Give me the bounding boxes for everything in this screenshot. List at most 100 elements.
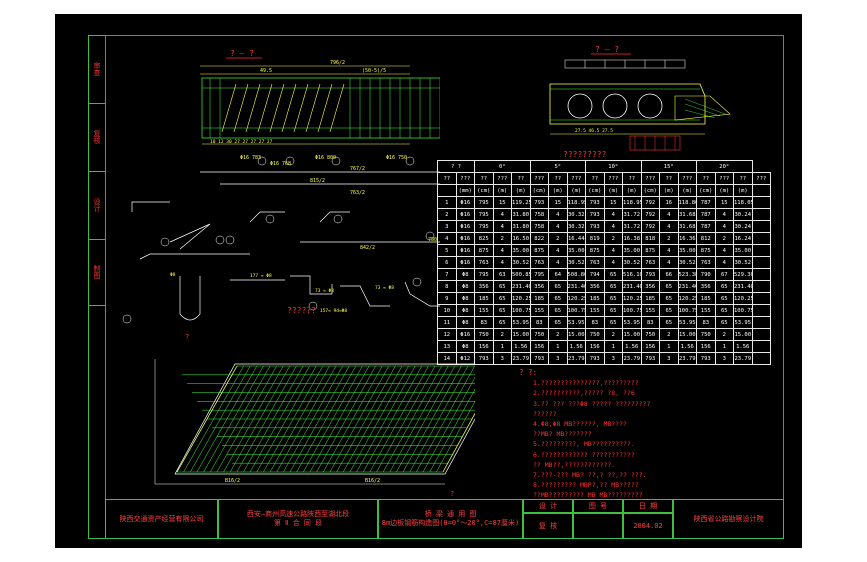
table-cell: 185	[529, 292, 549, 305]
table-cell: 750	[585, 328, 605, 341]
table-cell: 31.80	[511, 208, 531, 221]
project-line-2: 第 Ⅱ 合 同 段	[273, 519, 323, 527]
table-cell: 500.85	[511, 268, 531, 281]
dim-767-2: 767/2	[350, 166, 365, 172]
dim-842-2: 842/2	[360, 245, 375, 251]
table-cell: 15	[492, 196, 512, 209]
table-unit-cell	[751, 184, 771, 197]
table-cell: 120.25	[566, 292, 586, 305]
table-cell	[751, 328, 771, 341]
table-unit-cell: (cm)	[585, 184, 605, 197]
table-cell: 35.00	[622, 244, 642, 257]
table-cell: 793	[529, 196, 549, 209]
table-cell: 7	[437, 268, 457, 281]
table-group-header: 15°	[640, 160, 697, 173]
note-line: 3.?? ??? ???Φ8 ????? ?????????	[533, 399, 651, 408]
table-cell: 795	[474, 196, 494, 209]
table-cell: 3	[548, 352, 568, 365]
plan-title: ??????	[287, 306, 316, 315]
table-cell: 825	[474, 232, 494, 245]
table-cell: 793	[585, 208, 605, 221]
table-cell: 1.56	[566, 340, 586, 353]
table-cell: 4	[659, 256, 679, 269]
table-sub-header: ???	[640, 172, 660, 185]
notes-block: ? ?: 1.???????????????,????????? 2.?????…	[519, 368, 651, 501]
table-cell: 3	[603, 352, 623, 365]
side-label-check: 复核	[88, 103, 105, 172]
drawing-name: 桥 梁 通 用 图 8m边板钢筋构造图(θ=0°～20°,C=87厘米)	[378, 499, 523, 539]
table-unit-cell: (cm)	[474, 184, 494, 197]
table-row: 7 Φ8 795 63 500.85 795 64 508.80 794 65 516.10 793 6…	[437, 268, 771, 281]
table-cell: 794	[585, 268, 605, 281]
table-cell: 185	[474, 292, 494, 305]
table-cell: 3	[437, 220, 457, 233]
table-cell	[751, 256, 771, 269]
table-cell: 795	[529, 268, 549, 281]
table-unit-cell: (m)	[659, 184, 679, 197]
table-unit-cell: (m)	[603, 184, 623, 197]
table-group-header: 20°	[696, 160, 753, 173]
table-cell: 31.72	[622, 220, 642, 233]
table-cell: 120.25	[733, 292, 753, 305]
table-sub-header: ??	[733, 172, 753, 185]
table-cell: 65	[659, 304, 679, 317]
table-cell: 875	[529, 244, 549, 257]
table-cell: 2	[659, 232, 679, 245]
table-cell: 787	[696, 208, 716, 221]
drawing-no-value	[573, 513, 623, 539]
institute-name: 陕西省公路勘察设计院	[673, 499, 784, 539]
table-group-header: 5°	[529, 160, 586, 173]
table-cell: 66	[659, 268, 679, 281]
table-cell	[751, 196, 771, 209]
table-unit-cell: (m)	[733, 184, 753, 197]
table-cell: 5	[437, 244, 457, 257]
table-sub-header: ???	[455, 172, 475, 185]
table-cell: 23.79	[622, 352, 642, 365]
dim-796-2: 796/2	[330, 60, 345, 66]
dim-763-2: 763/2	[350, 190, 365, 196]
table-cell: 819	[585, 232, 605, 245]
table-sub-header: ???	[492, 172, 512, 185]
table-cell: 15.00	[622, 328, 642, 341]
table-cell: 4	[714, 244, 734, 257]
table-unit-cell: (m)	[492, 184, 512, 197]
table-cell: 53.95	[566, 316, 586, 329]
table-cell: 763	[640, 256, 660, 269]
table-cell: 795	[474, 220, 494, 233]
table-cell: 35.00	[677, 244, 697, 257]
table-cell: 793	[585, 220, 605, 233]
table-cell: 16.50	[511, 232, 531, 245]
table-cell: 118.05	[733, 196, 753, 209]
table-cell: 4	[659, 208, 679, 221]
table-unit-cell	[437, 184, 457, 197]
bar-label-9: Φ16 783	[240, 155, 261, 161]
table-cell: 100.75	[622, 304, 642, 317]
table-cell: 2	[714, 328, 734, 341]
table-cell	[751, 316, 771, 329]
notes-title: ? ?:	[519, 368, 538, 377]
table-cell: 65	[659, 292, 679, 305]
table-cell: 65	[492, 316, 512, 329]
table-cell: 6	[437, 256, 457, 269]
table-sub-header: ??	[585, 172, 605, 185]
table-cell: 31.68	[677, 208, 697, 221]
note-line: ??MB? MB???????	[533, 430, 592, 439]
table-cell: 1.56	[511, 340, 531, 353]
table-title: ?????????	[563, 150, 607, 159]
table-cell: 792	[640, 220, 660, 233]
cad-viewport[interactable]: 审查 复核 设计 制图 ? — ? 796/2 49.5 (50-5)/5 10…	[55, 14, 802, 548]
table-unit-cell: (cm)	[529, 184, 549, 197]
table-row: 11 Φ8 83 65 53.95 83 65 53.95 83 65 53.95 83 65 53.95…	[437, 316, 771, 329]
table-row: 1 Φ16 795 15 119.25 793 15 118.95 793 15 118.95 792…	[437, 196, 771, 209]
dim-49-5: 49.5	[260, 68, 272, 74]
table-cell: 16.44	[566, 232, 586, 245]
bar-label-10: Φ16 768	[270, 161, 291, 167]
drawing-no-label: 图 号	[573, 499, 623, 513]
table-cell: 3	[659, 352, 679, 365]
table-sub-header: ??	[511, 172, 531, 185]
table-cell: 15.00	[566, 328, 586, 341]
table-cell: 231.40	[677, 280, 697, 293]
table-cell: 65	[603, 316, 623, 329]
table-cell	[751, 208, 771, 221]
table-cell: 10	[437, 304, 457, 317]
